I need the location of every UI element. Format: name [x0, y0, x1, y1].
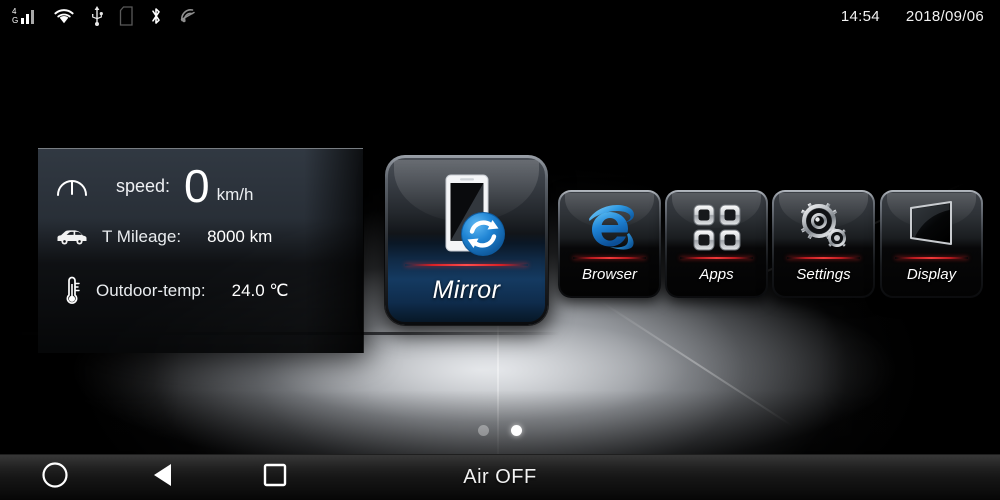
tile-browser-surface: Browser [560, 192, 659, 296]
tile-mirror-accent-line [405, 264, 528, 266]
bluetooth-icon [149, 5, 163, 27]
tile-apps-surface: Apps [667, 192, 766, 296]
tile-display-surface: Display [882, 192, 981, 296]
tile-browser[interactable]: Browser [558, 190, 661, 298]
page-dot-1[interactable] [478, 425, 489, 436]
car-icon [50, 227, 94, 247]
infotainment-screen: 4 G 14:54 2018/09/06 speed: 0 km/h T Mil… [0, 0, 1000, 500]
speed-unit: km/h [216, 185, 254, 204]
page-dot-2[interactable] [511, 425, 522, 436]
tile-mirror[interactable]: Mirror [385, 155, 548, 325]
status-bar-icons: 4 G [0, 5, 198, 27]
outdoor-temp-row: Outdoor-temp: 24.0 ℃ [50, 275, 350, 307]
wireless-off-icon [178, 5, 198, 27]
navigation-bar: Air OFF [0, 454, 1000, 500]
status-bar-clock-area: 14:54 2018/09/06 [841, 8, 1000, 25]
wifi-icon [53, 5, 75, 27]
tile-display-label: Display [906, 266, 957, 283]
mileage-label: T Mileage: [102, 227, 182, 246]
vehicle-info-panel: speed: 0 km/h T Mileage: 8000 km Outdoor… [38, 148, 364, 353]
tile-mirror-surface: Mirror [388, 158, 545, 322]
phone-mirror-sync-icon [419, 172, 515, 269]
tile-settings-accent-line [786, 257, 861, 259]
status-bar: 4 G 14:54 2018/09/06 [0, 0, 1000, 32]
air-status-label[interactable]: Air OFF [0, 466, 1000, 489]
outdoor-temp-value: 24.0 ℃ [231, 281, 289, 300]
light-streak-diagonal-1 [599, 300, 794, 428]
signal-4g-icon: 4 G [12, 5, 38, 27]
page-indicator [0, 425, 1000, 436]
tile-apps-accent-line [679, 257, 754, 259]
tile-settings-label: Settings [796, 266, 851, 283]
status-bar-time: 14:54 [840, 7, 880, 25]
tile-mirror-label: Mirror [432, 276, 501, 304]
tile-apps-label: Apps [699, 266, 734, 283]
tile-display-accent-line [894, 257, 969, 259]
sd-card-icon [119, 5, 134, 27]
thermometer-icon [50, 275, 94, 307]
speed-value: 0 [184, 160, 210, 212]
speed-row: speed: 0 km/h [50, 163, 350, 209]
tile-browser-accent-line [572, 257, 647, 259]
speedometer-icon [50, 171, 94, 201]
outdoor-temp-label: Outdoor-temp: [96, 281, 206, 300]
mileage-row: T Mileage: 8000 km [50, 227, 350, 247]
svg-text:4: 4 [12, 7, 17, 16]
display-screen-icon [903, 199, 961, 258]
mileage-value: 8000 km [207, 227, 273, 246]
speed-label: speed: [116, 175, 171, 196]
internet-explorer-icon [581, 199, 639, 260]
gears-icon [795, 199, 853, 260]
status-bar-date: 2018/09/06 [905, 7, 984, 25]
svg-text:G: G [12, 16, 18, 25]
tile-display[interactable]: Display [880, 190, 983, 298]
tile-settings[interactable]: Settings [772, 190, 875, 298]
light-streak-vertical [497, 310, 499, 460]
tile-browser-label: Browser [581, 266, 637, 283]
tile-settings-surface: Settings [774, 192, 873, 296]
tile-apps[interactable]: Apps [665, 190, 768, 298]
usb-icon [90, 5, 104, 27]
apps-grid-icon [689, 199, 745, 258]
